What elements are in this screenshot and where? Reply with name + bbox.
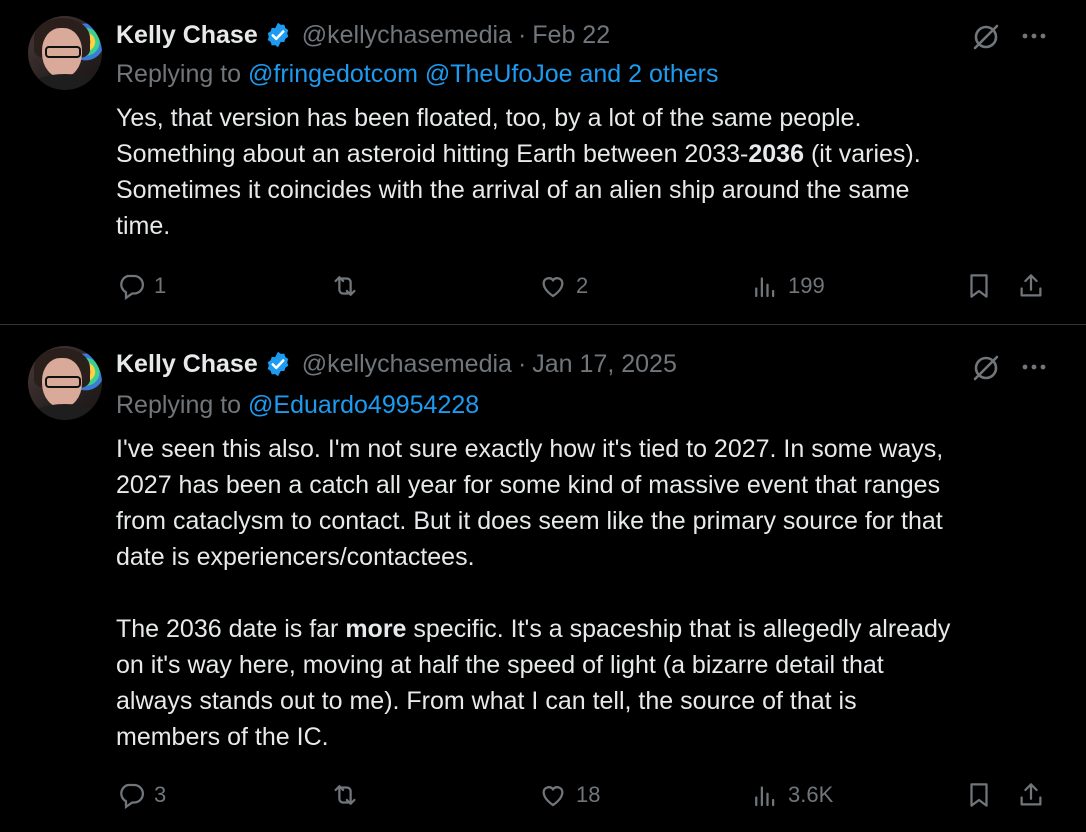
tweet-header: Kelly Chase @kellychasemedia · Jan 17, 2…	[116, 347, 1086, 381]
bookmark-icon	[970, 274, 988, 298]
tweet[interactable]: Kelly Chase @kellychasemedia · Jan 17, 2…	[0, 325, 1086, 832]
replying-mentions[interactable]: @Eduardo49954228	[248, 391, 479, 419]
text-line: 2027 has been a catch all year for some …	[116, 471, 941, 499]
text-line: time.	[116, 212, 171, 240]
text-line: The 2036 date is far more specific. It's…	[116, 615, 951, 643]
timestamp[interactable]: Jan 17, 2025	[532, 350, 677, 379]
like-icon	[542, 277, 564, 298]
separator: ·	[517, 349, 527, 378]
reply-count: 3	[154, 782, 167, 807]
reply-icon	[120, 783, 144, 810]
repost-icon	[334, 785, 356, 805]
replying-label: Replying to	[116, 60, 242, 88]
tweet-header: Kelly Chase @kellychasemedia · Feb 22	[116, 18, 1086, 52]
share-button[interactable]	[1016, 775, 1046, 815]
reply-button[interactable]: 3	[116, 775, 166, 815]
reply-count: 1	[154, 273, 167, 298]
more-icon[interactable]	[1018, 351, 1050, 383]
author-handle[interactable]: @kellychasemedia	[302, 350, 512, 379]
separator: ·	[517, 20, 527, 49]
share-icon	[1020, 783, 1042, 806]
repost-button[interactable]	[330, 266, 368, 306]
text-line: from cataclysm to contact. But it does s…	[116, 507, 943, 535]
text-line: Sometimes it coincides with the arrival …	[116, 176, 910, 204]
text-line: I've seen this also. I'm not sure exactl…	[116, 435, 944, 463]
bookmark-icon	[970, 783, 988, 807]
tweet-text: Yes, that version has been floated, too,…	[116, 100, 1066, 244]
verified-badge-icon	[267, 351, 289, 377]
display-name[interactable]: Kelly Chase	[116, 21, 258, 50]
display-name[interactable]: Kelly Chase	[116, 350, 258, 379]
avatar[interactable]	[28, 346, 102, 420]
repost-icon	[334, 276, 356, 296]
repost-button[interactable]	[330, 775, 368, 815]
text-line: Something about an asteroid hitting Eart…	[116, 140, 921, 168]
verified-badge-icon	[267, 22, 289, 48]
views-icon	[755, 277, 775, 298]
replying-to: Replying to @Eduardo49954228	[116, 391, 479, 420]
grok-icon[interactable]	[970, 351, 1002, 383]
timestamp[interactable]: Feb 22	[532, 21, 610, 50]
action-bar: 1 2 199	[0, 266, 1086, 306]
views-button[interactable]: 199	[750, 266, 825, 306]
views-icon	[755, 786, 775, 807]
avatar[interactable]	[28, 16, 102, 90]
like-button[interactable]: 2	[538, 266, 588, 306]
view-count: 3.6K	[788, 782, 834, 807]
reply-button[interactable]: 1	[116, 266, 166, 306]
text-line: members of the IC.	[116, 723, 329, 751]
more-icon[interactable]	[1018, 20, 1050, 52]
view-count: 199	[788, 273, 825, 298]
like-button[interactable]: 18	[538, 775, 600, 815]
replying-mentions[interactable]: @fringedotcom @TheUfoJoe and 2 others	[248, 60, 718, 88]
like-count: 2	[576, 273, 589, 298]
replying-label: Replying to	[116, 391, 242, 419]
author-handle[interactable]: @kellychasemedia	[302, 21, 512, 50]
bookmark-button[interactable]	[964, 775, 994, 815]
text-line: always stands out to me). From what I ca…	[116, 687, 857, 715]
share-icon	[1020, 274, 1042, 297]
views-button[interactable]: 3.6K	[750, 775, 833, 815]
like-icon	[542, 786, 564, 807]
replying-to: Replying to @fringedotcom @TheUfoJoe and…	[116, 60, 718, 89]
text-line: on it's way here, moving at half the spe…	[116, 651, 884, 679]
bookmark-button[interactable]	[964, 266, 994, 306]
text-line: Yes, that version has been floated, too,…	[116, 104, 862, 132]
action-bar: 3 18 3.6K	[0, 775, 1086, 815]
tweet[interactable]: Kelly Chase @kellychasemedia · Feb 22 Re…	[0, 0, 1086, 325]
grok-icon[interactable]	[970, 20, 1002, 52]
reply-icon	[120, 274, 144, 301]
like-count: 18	[576, 782, 601, 807]
share-button[interactable]	[1016, 266, 1046, 306]
text-line: date is experiencers/contactees.	[116, 543, 475, 571]
tweet-text: I've seen this also. I'm not sure exactl…	[116, 431, 1066, 755]
